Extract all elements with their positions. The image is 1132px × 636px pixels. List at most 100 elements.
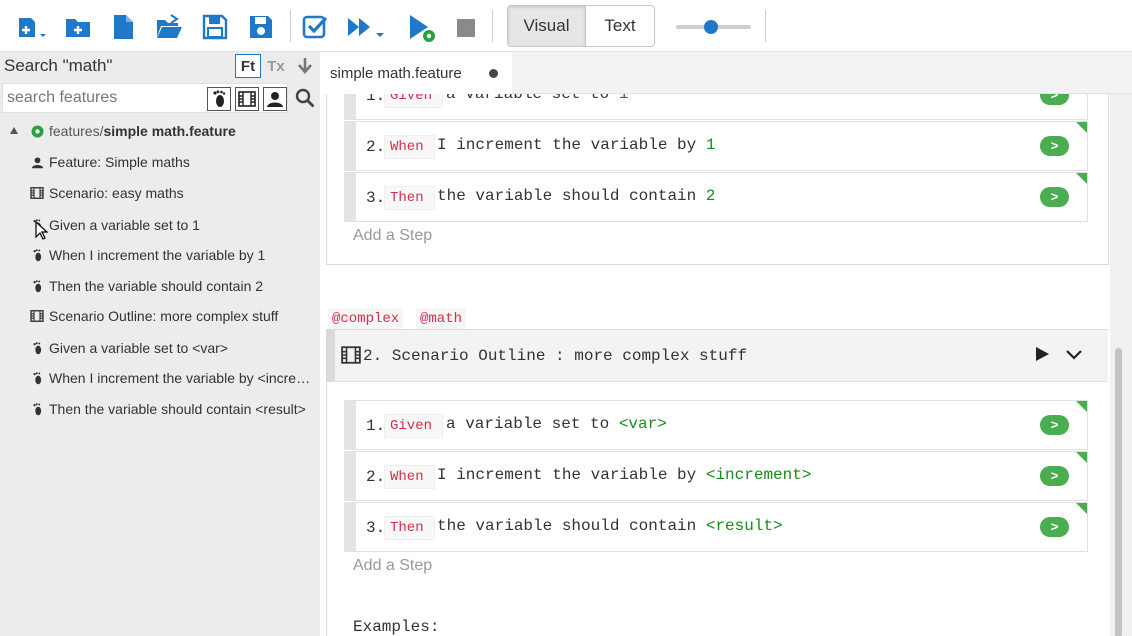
validate-button[interactable] — [298, 10, 332, 44]
tag-complex[interactable]: @complex — [328, 308, 404, 330]
tree-item-feature[interactable]: Feature: Simple maths — [0, 148, 320, 176]
zoom-slider-thumb[interactable] — [704, 20, 718, 34]
new-feature-icon — [19, 18, 46, 37]
step-footprint-icon — [30, 279, 44, 293]
cucumber-icon — [30, 124, 44, 138]
tree-item-label: Given a variable set to 1 — [49, 217, 200, 233]
add-step-button[interactable]: Add a Step — [353, 557, 432, 575]
step-keyword[interactable]: Then — [384, 516, 435, 540]
tree-item-label: When I increment the variable by 1 — [49, 247, 266, 263]
new-feature-button[interactable] — [16, 10, 50, 44]
collapse-caret-icon[interactable] — [10, 127, 18, 134]
run-scenario-button[interactable] — [1034, 345, 1050, 368]
open-folder-icon — [157, 14, 182, 38]
step-number: 3. — [366, 519, 386, 537]
visual-mode-button[interactable]: Visual — [508, 6, 585, 46]
run-all-button[interactable] — [344, 10, 390, 44]
save-button[interactable] — [198, 10, 232, 44]
editor-scrollbar[interactable] — [1110, 94, 1132, 636]
step-status-marker — [1076, 503, 1087, 514]
run-step-button[interactable]: > — [1040, 466, 1069, 486]
new-folder-icon — [66, 19, 90, 37]
step-text[interactable]: the variable should contain <result> — [437, 517, 783, 535]
save-all-button[interactable] — [244, 10, 278, 44]
scenario-film-icon — [30, 186, 44, 200]
step-keyword[interactable]: Given — [384, 414, 444, 438]
new-file-icon — [114, 15, 133, 39]
step-text[interactable]: I increment the variable by <increment> — [437, 466, 811, 484]
add-step-button[interactable]: Add a Step — [353, 227, 432, 245]
search-button[interactable] — [294, 87, 316, 109]
tree-item-scenario[interactable]: Scenario: easy maths — [0, 179, 320, 207]
step-row[interactable]: 2. When I increment the variable by <inc… — [344, 451, 1088, 501]
step-text[interactable]: the variable should contain 2 — [437, 187, 715, 205]
collapse-results-button[interactable] — [292, 54, 318, 78]
step-row[interactable]: 3. Then the variable should contain <res… — [344, 502, 1088, 552]
toolbar-separator — [765, 10, 766, 42]
step-text[interactable]: a variable set to <var> — [446, 415, 667, 433]
tree-item-step[interactable]: Then the variable should contain 2 — [0, 272, 320, 300]
step-row[interactable]: 2. When I increment the variable by 1 > — [344, 121, 1088, 171]
tree-item-label: When I increment the variable by <increm… — [49, 370, 317, 386]
scenario-outline-title[interactable]: 2. Scenario Outline : more complex stuff — [363, 347, 747, 365]
tree-item-step[interactable]: When I increment the variable by 1 — [0, 241, 320, 269]
collapse-scenario-button[interactable] — [1065, 345, 1083, 368]
open-folder-button[interactable] — [152, 10, 186, 44]
step-footprint-icon — [30, 341, 44, 355]
stop-icon — [457, 19, 475, 37]
step-keyword[interactable]: When — [384, 465, 435, 489]
step-number: 3. — [366, 189, 386, 207]
filter-features-toggle[interactable]: Ft — [235, 54, 261, 78]
tree-item-step[interactable]: Given a variable set to <var> — [0, 334, 320, 362]
editor-tab-bar: simple math.feature — [320, 52, 1132, 94]
tree-item-label: Given a variable set to <var> — [49, 340, 228, 356]
feature-person-icon — [30, 155, 44, 169]
step-text[interactable]: I increment the variable by 1 — [437, 136, 715, 154]
step-status-marker — [1076, 173, 1087, 184]
tab-label: simple math.feature — [330, 65, 462, 82]
tab-simple-math-feature[interactable]: simple math.feature — [320, 52, 512, 94]
tree-item-feature-file[interactable]: features/simple math.feature — [0, 117, 320, 145]
run-step-button[interactable]: > — [1040, 136, 1069, 156]
editor-scrollbar-thumb[interactable] — [1115, 348, 1122, 636]
filter-features-button[interactable] — [263, 87, 287, 111]
filter-text-toggle[interactable]: Tx — [263, 54, 289, 78]
tree-item-scenario-outline[interactable]: Scenario Outline: more complex stuff — [0, 302, 320, 330]
tree-item-step[interactable]: When I increment the variable by <increm… — [0, 364, 320, 392]
tree-item-step[interactable]: Given a variable set to 1 — [0, 211, 320, 240]
tree-item-step[interactable]: Then the variable should contain <result… — [0, 395, 320, 423]
visual-editor: 1. Given a variable set to 1 > 2. When I… — [320, 52, 1132, 636]
feature-search-panel: Search "math" Ft Tx features/simple math… — [0, 52, 320, 636]
search-input[interactable] — [7, 88, 203, 108]
step-row[interactable]: 3. Then the variable should contain 2 > — [344, 172, 1088, 222]
stop-button[interactable] — [448, 10, 482, 44]
arrow-down-icon — [298, 58, 312, 74]
run-step-button[interactable]: > — [1040, 187, 1069, 207]
run-step-button[interactable]: > — [1040, 415, 1069, 435]
examples-label: Examples: — [353, 618, 440, 636]
filter-scenarios-button[interactable] — [235, 87, 259, 111]
scenario-film-icon — [341, 346, 361, 369]
step-keyword[interactable]: When — [384, 135, 435, 159]
play-icon — [1036, 347, 1049, 361]
scenario-film-icon — [30, 309, 44, 323]
new-folder-button[interactable] — [61, 10, 95, 44]
run-cucumber-button[interactable] — [404, 10, 438, 44]
step-status-marker — [1076, 122, 1087, 133]
new-file-button[interactable] — [106, 10, 140, 44]
filter-steps-button[interactable] — [207, 87, 231, 111]
tree-item-label: Then the variable should contain 2 — [49, 278, 264, 294]
step-row[interactable]: 1. Given a variable set to <var> > — [344, 400, 1088, 450]
person-icon — [267, 92, 283, 107]
step-footprint-icon — [30, 371, 44, 385]
step-keyword[interactable]: Then — [384, 186, 435, 210]
step-status-marker — [1076, 452, 1087, 463]
unsaved-indicator-icon[interactable] — [489, 69, 498, 78]
run-step-button[interactable]: > — [1040, 517, 1069, 537]
view-mode-toggle: Visual Text — [507, 5, 655, 47]
tag-math[interactable]: @math — [416, 308, 467, 330]
scenario-outline-header[interactable]: 2. Scenario Outline : more complex stuff — [326, 330, 1108, 382]
zoom-slider[interactable] — [676, 20, 751, 34]
step-footprint-icon — [30, 402, 44, 416]
text-mode-button[interactable]: Text — [585, 6, 654, 46]
